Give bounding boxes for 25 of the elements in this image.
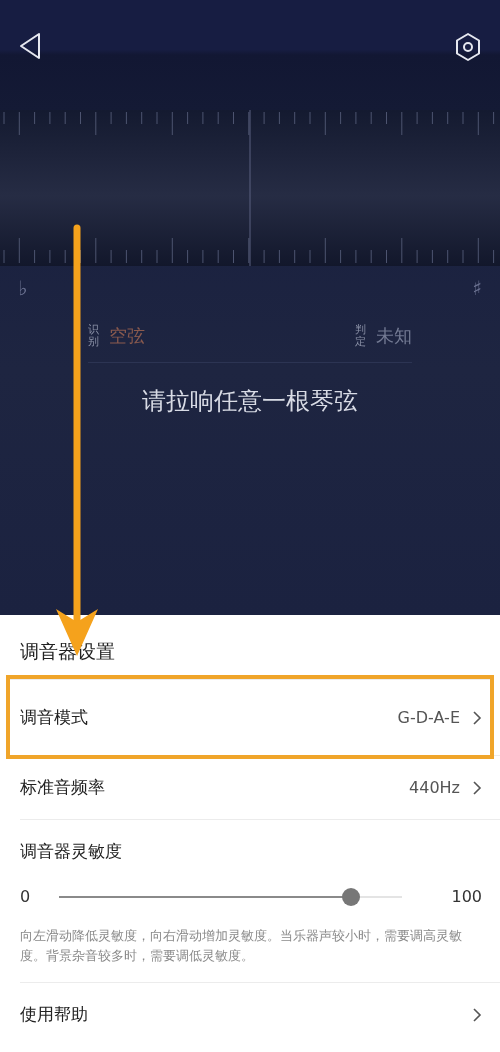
row-label: 调音器灵敏度 xyxy=(20,840,123,863)
judge-label: 判定 xyxy=(355,324,366,349)
row-label: 调音模式 xyxy=(20,706,88,729)
settings-row[interactable]: 标准音频率 440Hz xyxy=(20,755,500,819)
sharp-symbol: ♯ xyxy=(472,276,482,300)
slider-max: 100 xyxy=(451,887,482,906)
flat-symbol: ♭ xyxy=(18,276,28,300)
row-value: 440Hz xyxy=(409,778,460,797)
row-label: 标准音频率 xyxy=(20,776,105,799)
prompt-text: 请拉响任意一根琴弦 xyxy=(141,386,359,418)
chevron-icon xyxy=(472,709,482,726)
chevron-icon xyxy=(472,779,482,796)
row-label: 使用帮助 xyxy=(20,1003,88,1026)
settings-icon[interactable] xyxy=(454,32,482,62)
chevron-icon xyxy=(472,1006,482,1023)
settings-row[interactable]: 使用帮助 xyxy=(20,982,500,1046)
settings-row[interactable]: 调音模式 G-D-A-E xyxy=(10,679,490,755)
hint-text: 向左滑动降低灵敏度，向右滑动增加灵敏度。当乐器声较小时，需要调高灵敏度。背景杂音较多时，需要调低灵敏度。 xyxy=(20,927,463,965)
row-value: G-D-A-E xyxy=(397,708,460,727)
slider-thumb[interactable] xyxy=(341,887,360,906)
detect-label: 识别 xyxy=(88,324,99,349)
back-icon[interactable] xyxy=(18,32,42,60)
detect-value: 空弦 xyxy=(109,324,145,349)
slider-min: 0 xyxy=(20,887,31,906)
judge-value: 未知 xyxy=(376,324,412,349)
